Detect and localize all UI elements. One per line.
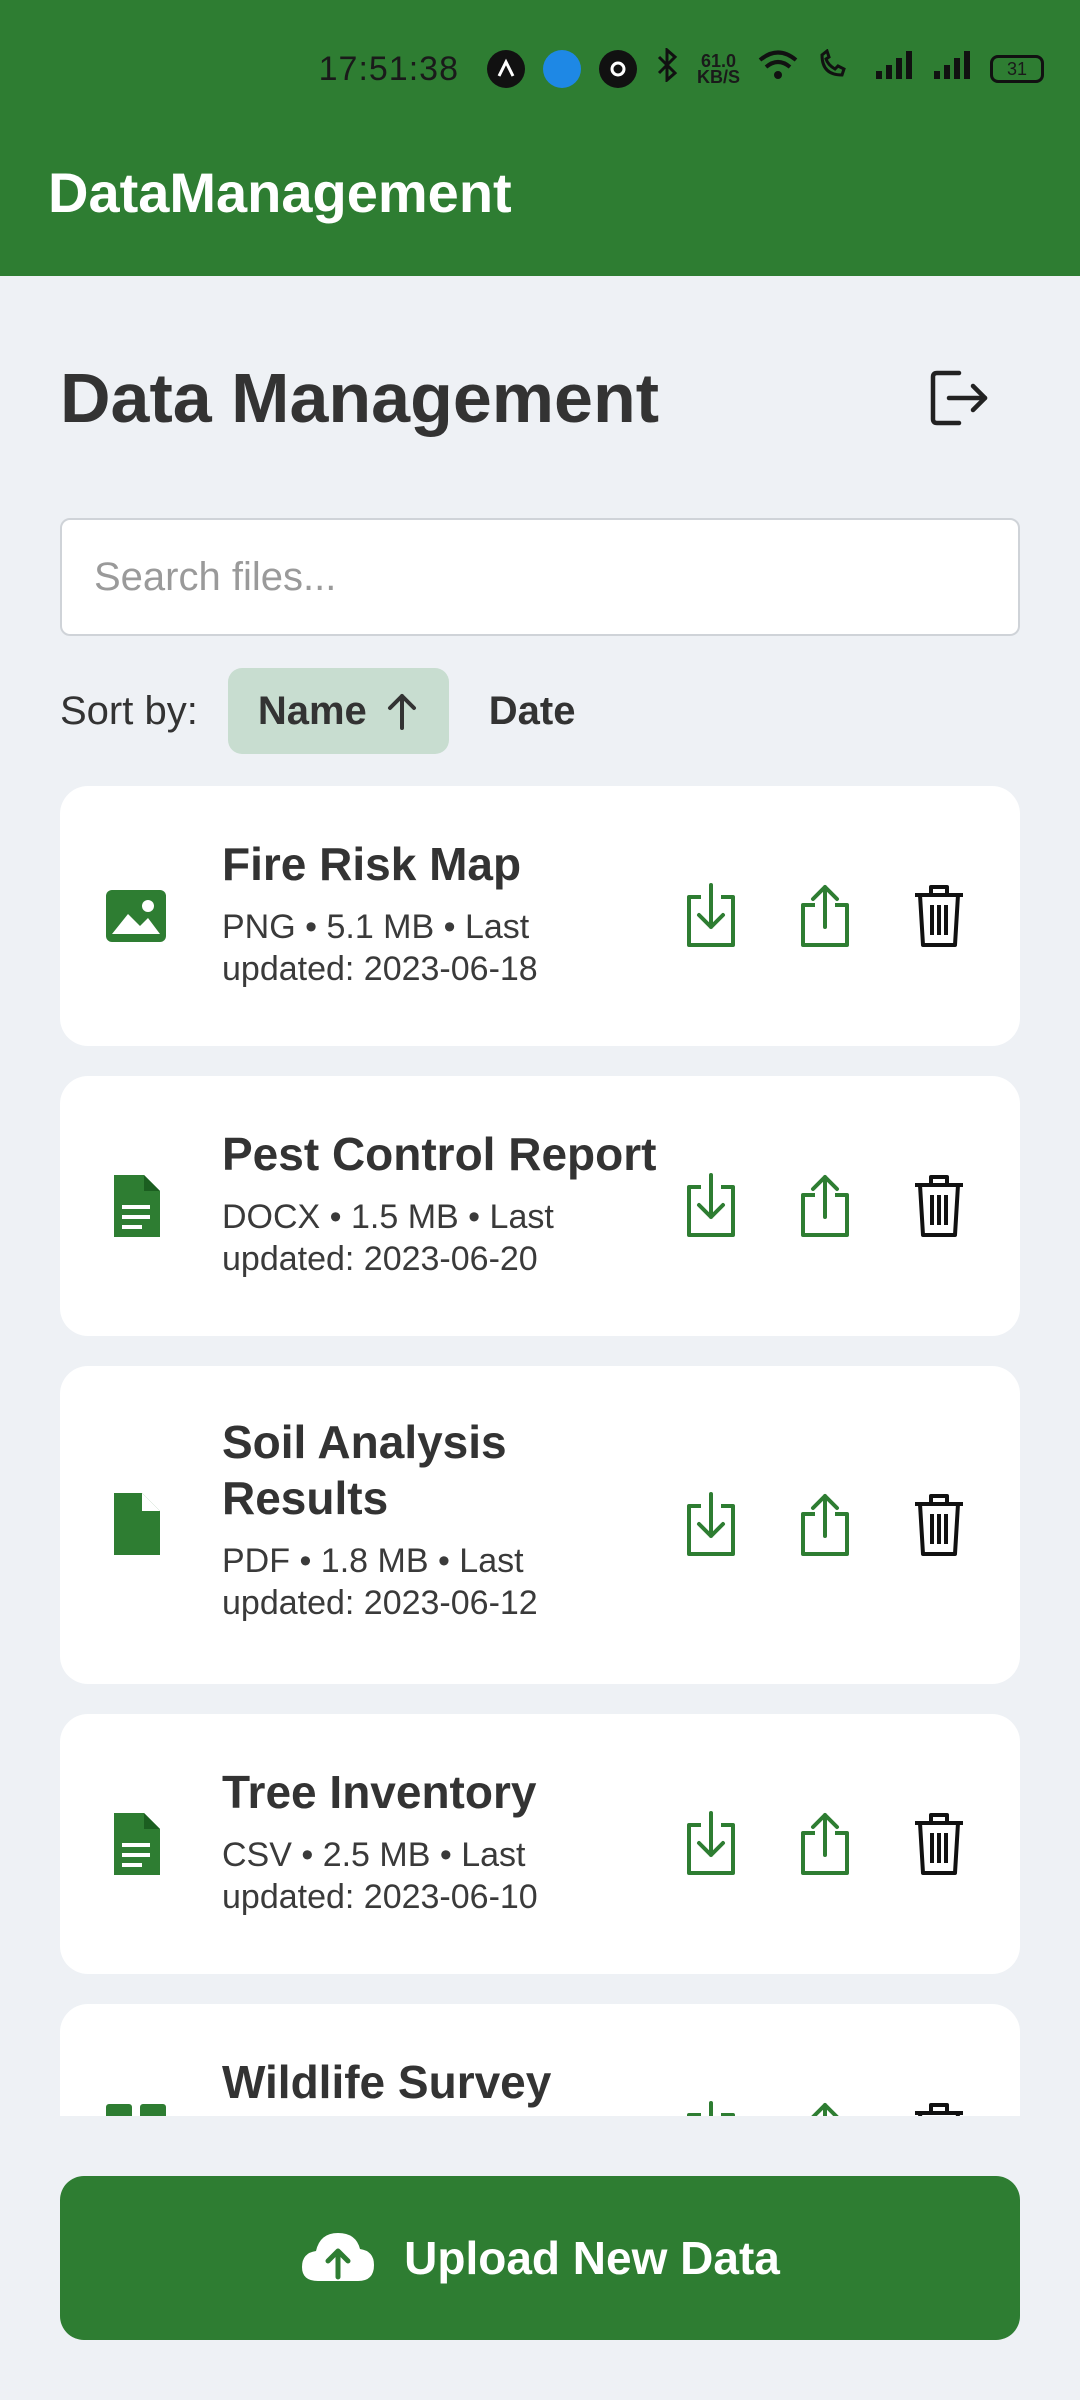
file-name: Wildlife Survey	[222, 2056, 552, 2108]
download-icon	[687, 2101, 735, 2116]
page-title: Data Management	[60, 359, 660, 437]
file-meta: PNG • 5.1 MB • Last updated: 2023-06-18	[222, 908, 538, 988]
app-header: 17:51:38 61.0 KB/S 31 DataManagement	[0, 0, 1080, 276]
delete-button[interactable]	[908, 1809, 970, 1879]
file-name: Fire Risk Map	[222, 838, 522, 890]
logout-button[interactable]	[922, 360, 998, 436]
network-speed: 61.0 KB/S	[696, 52, 740, 87]
wifi-icon	[758, 49, 798, 90]
share-button[interactable]	[794, 1490, 856, 1560]
upload-button-label: Upload New Data	[404, 2232, 780, 2284]
file-name: Tree Inventory	[222, 1766, 537, 1818]
trash-icon	[915, 1813, 963, 1875]
download-button[interactable]	[680, 2099, 742, 2116]
battery-icon: 31	[990, 55, 1044, 83]
file-card[interactable]: Tree Inventory CSV • 2.5 MB • Last updat…	[60, 1714, 1020, 1974]
search-input[interactable]	[92, 553, 988, 601]
file-card[interactable]: Pest Control Report DOCX • 1.5 MB • Last…	[60, 1076, 1020, 1336]
trash-icon	[915, 1494, 963, 1556]
upload-new-data-button[interactable]: Upload New Data	[60, 2176, 1020, 2340]
messenger-icon	[598, 50, 637, 88]
file-meta: DOCX • 1.5 MB • Last updated: 2023-06-20	[222, 1198, 554, 1278]
file-meta: CSV • 2.5 MB • Last updated: 2023-06-10	[222, 1836, 538, 1916]
app-notification-icon	[542, 50, 581, 88]
pdf-file-icon	[104, 1492, 168, 1556]
delete-button[interactable]	[908, 2099, 970, 2116]
download-button[interactable]	[680, 1171, 742, 1241]
download-icon	[687, 1492, 735, 1556]
file-info: Fire Risk Map PNG • 5.1 MB • Last update…	[222, 836, 662, 990]
sort-label: Sort by:	[60, 688, 198, 733]
download-button[interactable]	[680, 1809, 742, 1879]
sort-date-label: Date	[488, 688, 576, 733]
file-info: Wildlife Survey	[222, 2054, 662, 2116]
arrow-up-icon	[387, 694, 416, 730]
share-button[interactable]	[794, 1171, 856, 1241]
signal-icon	[874, 49, 914, 90]
app-title: DataManagement	[48, 161, 512, 224]
delete-button[interactable]	[908, 881, 970, 951]
file-actions	[680, 1490, 970, 1560]
sort-controls: Sort by: Name Date	[60, 668, 606, 754]
sort-name-label: Name	[257, 688, 367, 733]
file-actions	[680, 2099, 970, 2116]
document-file-icon	[104, 1812, 168, 1876]
status-time: 17:51:38	[318, 49, 459, 88]
share-button[interactable]	[794, 881, 856, 951]
network-speed-unit: KB/S	[696, 67, 740, 87]
sort-by-date-button[interactable]: Date	[459, 668, 606, 754]
file-actions	[680, 1809, 970, 1879]
file-card[interactable]: Soil Analysis Results PDF • 1.8 MB • Las…	[60, 1366, 1020, 1684]
search-box[interactable]	[60, 518, 1020, 636]
download-icon	[687, 1173, 735, 1237]
file-name: Pest Control Report	[222, 1128, 657, 1180]
file-meta: PDF • 1.8 MB • Last updated: 2023-06-12	[222, 1542, 538, 1622]
signal-icon-2	[932, 49, 972, 90]
trash-icon	[915, 2103, 963, 2116]
download-button[interactable]	[680, 881, 742, 951]
file-list[interactable]: Fire Risk Map PNG • 5.1 MB • Last update…	[60, 786, 1020, 2116]
trash-icon	[915, 1175, 963, 1237]
notification-icon	[486, 50, 525, 88]
file-actions	[680, 1171, 970, 1241]
file-info: Soil Analysis Results PDF • 1.8 MB • Las…	[222, 1414, 622, 1624]
delete-button[interactable]	[908, 1171, 970, 1241]
share-icon	[801, 1175, 849, 1237]
document-file-icon	[104, 1174, 168, 1238]
trash-icon	[915, 885, 963, 947]
file-info: Pest Control Report DOCX • 1.5 MB • Last…	[222, 1126, 692, 1280]
share-button[interactable]	[794, 1809, 856, 1879]
file-card[interactable]: Fire Risk Map PNG • 5.1 MB • Last update…	[60, 786, 1020, 1046]
file-card[interactable]: Wildlife Survey	[60, 2004, 1020, 2116]
bluetooth-icon	[655, 46, 679, 91]
delete-button[interactable]	[908, 1490, 970, 1560]
sort-by-name-button[interactable]: Name	[227, 668, 449, 754]
share-icon	[801, 1813, 849, 1875]
download-icon	[687, 883, 735, 947]
download-button[interactable]	[680, 1490, 742, 1560]
cloud-upload-icon	[302, 2233, 375, 2281]
share-icon	[801, 1494, 849, 1556]
file-name: Soil Analysis Results	[222, 1416, 507, 1524]
file-info: Tree Inventory CSV • 2.5 MB • Last updat…	[222, 1764, 662, 1918]
image-file-icon	[104, 884, 168, 948]
grid-file-icon	[104, 2102, 168, 2116]
share-button[interactable]	[794, 2099, 856, 2116]
share-icon	[811, 2103, 839, 2116]
share-icon	[801, 885, 849, 947]
download-icon	[687, 1811, 735, 1875]
status-bar: 17:51:38 61.0 KB/S 31	[0, 30, 1080, 108]
logout-icon	[930, 370, 988, 426]
file-actions	[680, 881, 970, 951]
call-icon	[816, 47, 856, 90]
